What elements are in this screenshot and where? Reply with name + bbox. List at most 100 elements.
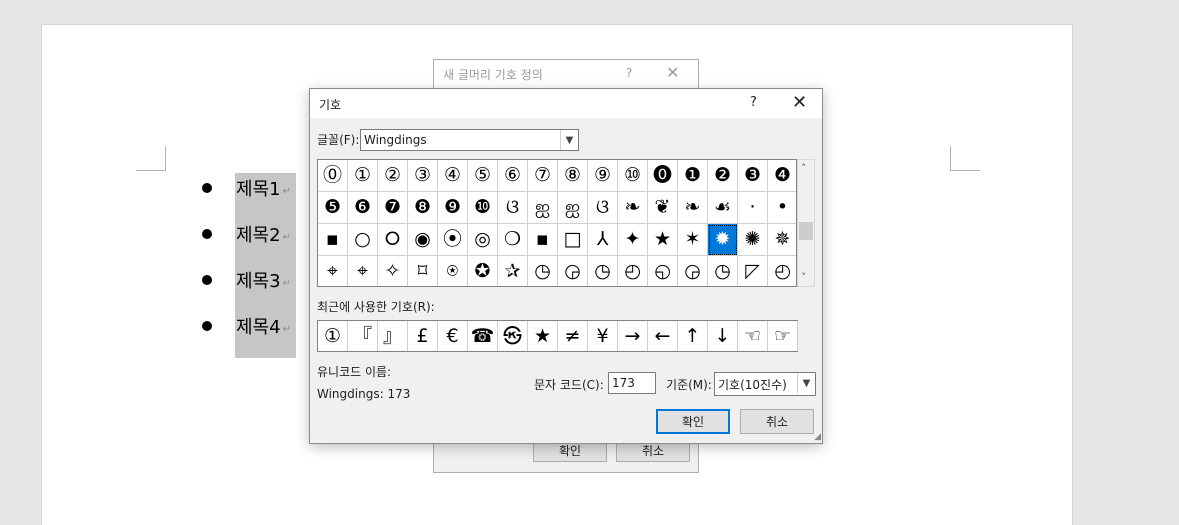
scroll-thumb[interactable] xyxy=(799,222,813,240)
recent-symbol-cell[interactable]: ☎ xyxy=(468,321,498,351)
symbol-cell[interactable]: ଓ xyxy=(588,192,618,224)
symbol-cell[interactable]: ❽ xyxy=(408,192,438,224)
scroll-down-icon[interactable]: ˅ xyxy=(801,271,807,284)
symbol-cell[interactable]: ⑦ xyxy=(528,160,558,192)
help-icon[interactable]: ? xyxy=(626,66,632,80)
symbol-cell[interactable]: ଓ xyxy=(498,192,528,224)
symbol-cell[interactable]: ⌖ xyxy=(318,256,348,286)
close-icon[interactable]: ✕ xyxy=(792,92,807,113)
resize-grip-icon[interactable]: ◢ xyxy=(814,432,821,442)
symbol-cell[interactable]: ⌖ xyxy=(348,256,378,286)
symbol-cell[interactable]: ✵ xyxy=(768,224,796,256)
recent-symbol-cell[interactable]: ← xyxy=(648,321,678,351)
symbol-cell[interactable]: ❧ xyxy=(678,192,708,224)
chevron-down-icon[interactable]: ▼ xyxy=(560,130,578,150)
symbol-cell[interactable]: ✶ xyxy=(678,224,708,256)
symbol-cell[interactable]: ◸ xyxy=(738,256,768,286)
recent-symbol-cell[interactable]: → xyxy=(618,321,648,351)
symbol-cell[interactable]: ⑨ xyxy=(588,160,618,192)
recent-symbol-cell[interactable]: € xyxy=(438,321,468,351)
recent-symbol-cell[interactable]: ㉿ xyxy=(498,321,528,351)
recent-symbol-cell[interactable]: ≠ xyxy=(558,321,588,351)
ok-button[interactable]: 확인 xyxy=(656,409,730,434)
symbol-cell[interactable]: ❼ xyxy=(378,192,408,224)
symbol-cell[interactable]: ◶ xyxy=(678,256,708,286)
symbol-cell[interactable]: ⑤ xyxy=(468,160,498,192)
symbol-cell[interactable]: ⭘ xyxy=(378,224,408,256)
symbol-cell[interactable]: ② xyxy=(378,160,408,192)
recent-symbol-cell[interactable]: £ xyxy=(408,321,438,351)
symbol-cell[interactable]: ▪ xyxy=(528,224,558,256)
bullet-item[interactable]: 제목4 ↵ xyxy=(202,312,291,340)
symbol-cell[interactable]: ▪ xyxy=(318,224,348,256)
bullet-item[interactable]: 제목2 ↵ xyxy=(202,220,291,248)
symbol-grid-scrollbar[interactable]: ˄ ˅ xyxy=(797,159,815,287)
close-icon[interactable]: ✕ xyxy=(666,63,679,82)
symbol-cell[interactable]: ⑩ xyxy=(618,160,648,192)
symbol-cell[interactable]: ☙ xyxy=(708,192,738,224)
symbol-cell[interactable]: ஐ xyxy=(528,192,558,224)
symbol-cell[interactable]: □ xyxy=(558,224,588,256)
symbol-cell[interactable]: ⑧ xyxy=(558,160,588,192)
symbol-cell[interactable]: ❸ xyxy=(738,160,768,192)
symbol-cell[interactable]: ◵ xyxy=(648,256,678,286)
symbol-cell[interactable]: ○ xyxy=(348,224,378,256)
symbol-cell[interactable]: ★ xyxy=(648,224,678,256)
symbol-cell[interactable]: ⍟ xyxy=(438,256,468,286)
symbol-cell[interactable]: ⓪ xyxy=(318,160,348,192)
symbol-cell[interactable]: ❺ xyxy=(318,192,348,224)
base-select[interactable]: 기호(10진수) ▼ xyxy=(714,372,816,396)
symbol-cell[interactable]: ◶ xyxy=(558,256,588,286)
symbol-cell[interactable]: ⓿ xyxy=(648,160,678,192)
symbol-cell[interactable]: · xyxy=(738,192,768,224)
symbol-cell[interactable]: ❹ xyxy=(768,160,796,192)
symbol-cell[interactable]: ◴ xyxy=(618,256,648,286)
recent-symbol-cell[interactable]: ☜ xyxy=(738,321,768,351)
symbol-cell[interactable]: ✹ xyxy=(708,224,738,256)
bullet-item[interactable]: 제목3 ↵ xyxy=(202,266,291,294)
symbol-cell[interactable]: ① xyxy=(348,160,378,192)
symbol-cell[interactable]: ஐ xyxy=(558,192,588,224)
symbol-cell[interactable]: ⌑ xyxy=(408,256,438,286)
symbol-cell[interactable]: ⦿ xyxy=(438,224,468,256)
symbol-cell[interactable]: ◷ xyxy=(708,256,738,286)
bullet-item[interactable]: 제목1 ↵ xyxy=(202,174,291,202)
symbol-cell[interactable]: ❶ xyxy=(678,160,708,192)
symbol-cell[interactable]: ◴ xyxy=(768,256,796,286)
symbol-cell[interactable]: ✪ xyxy=(468,256,498,286)
symbol-cell[interactable]: ✺ xyxy=(738,224,768,256)
symbol-cell[interactable]: • xyxy=(768,192,796,224)
symbol-cell[interactable]: ✧ xyxy=(378,256,408,286)
symbol-cell[interactable]: ◎ xyxy=(468,224,498,256)
recent-symbol-cell[interactable]: 『 xyxy=(348,321,378,351)
chevron-down-icon[interactable]: ▼ xyxy=(797,373,815,393)
symbol-cell[interactable]: ❷ xyxy=(708,160,738,192)
symbol-cell[interactable]: ✦ xyxy=(618,224,648,256)
symbol-cell[interactable]: ◷ xyxy=(588,256,618,286)
recent-symbol-cell[interactable]: ↓ xyxy=(708,321,738,351)
symbol-cell[interactable]: ⅄ xyxy=(588,224,618,256)
symbol-cell[interactable]: ❻ xyxy=(348,192,378,224)
symbol-cell[interactable]: ⑥ xyxy=(498,160,528,192)
symbol-cell[interactable]: ④ xyxy=(438,160,468,192)
cancel-button[interactable]: 취소 xyxy=(740,409,814,434)
symbol-cell[interactable]: ❾ xyxy=(438,192,468,224)
symbol-cell[interactable]: ③ xyxy=(408,160,438,192)
symbol-cell[interactable]: ❿ xyxy=(468,192,498,224)
scroll-up-icon[interactable]: ˄ xyxy=(801,162,807,175)
recent-symbol-cell[interactable]: 』 xyxy=(378,321,408,351)
symbol-cell[interactable]: ❍ xyxy=(498,224,528,256)
symbol-cell[interactable]: ❦ xyxy=(648,192,678,224)
recent-symbol-cell[interactable]: ★ xyxy=(528,321,558,351)
recent-symbol-cell[interactable]: ① xyxy=(318,321,348,351)
font-select[interactable]: Wingdings ▼ xyxy=(360,129,579,151)
recent-symbol-cell[interactable]: ☞ xyxy=(768,321,798,351)
recent-symbol-cell[interactable]: ¥ xyxy=(588,321,618,351)
char-code-input[interactable]: 173 xyxy=(608,372,656,394)
help-icon[interactable]: ? xyxy=(750,95,757,110)
symbol-cell[interactable]: ◉ xyxy=(408,224,438,256)
recent-symbol-cell[interactable]: ↑ xyxy=(678,321,708,351)
symbol-cell[interactable]: ◷ xyxy=(528,256,558,286)
symbol-cell[interactable]: ✰ xyxy=(498,256,528,286)
symbol-cell[interactable]: ❧ xyxy=(618,192,648,224)
